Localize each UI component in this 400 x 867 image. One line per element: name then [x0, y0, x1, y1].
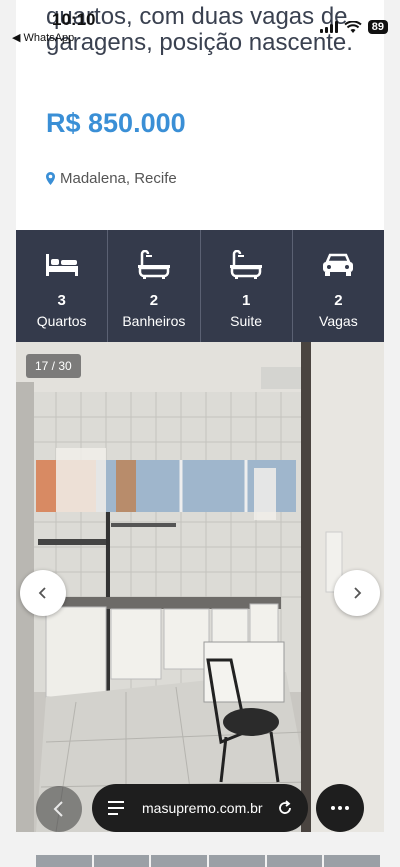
feature-suite: 1 Suite — [201, 230, 293, 342]
listing-price: R$ 850.000 — [46, 108, 186, 138]
feature-banheiros: 2 Banheiros — [108, 230, 201, 342]
feature-label: Banheiros — [122, 313, 186, 329]
chevron-right-icon — [354, 587, 362, 599]
car-icon — [323, 253, 354, 276]
signal-icon — [319, 21, 338, 33]
chevron-left-icon — [38, 587, 46, 599]
feature-label: Vagas — [319, 313, 358, 329]
thumbnail[interactable] — [93, 855, 150, 867]
gallery-prev-button[interactable] — [20, 570, 66, 616]
location-text: Madalena, Recife — [60, 170, 177, 187]
kitchen-photo — [16, 342, 384, 832]
features-bar: 3 Quartos 2 Banheiros 1 Suite 2 Vagas — [16, 230, 384, 342]
dot — [345, 806, 349, 810]
more-options-button[interactable] — [316, 784, 364, 832]
url-text[interactable]: masupremo.com.br — [142, 800, 263, 816]
dot — [331, 806, 335, 810]
bed-icon — [45, 254, 78, 276]
thumbnail[interactable] — [209, 855, 265, 867]
status-icons: 89 — [319, 20, 388, 34]
feature-label: Suite — [230, 313, 263, 329]
browser-back-button[interactable] — [36, 786, 82, 832]
dot — [338, 806, 342, 810]
chevron-left-icon — [53, 801, 63, 817]
thumbnail-strip[interactable] — [36, 855, 381, 867]
feature-label: Quartos — [36, 313, 87, 329]
wifi-icon — [344, 20, 362, 33]
gallery-counter: 17 / 30 — [26, 354, 81, 378]
back-to-whatsapp-link[interactable]: ◀ WhatsApp — [12, 31, 74, 44]
thumbnail[interactable] — [324, 855, 381, 867]
reload-icon[interactable] — [277, 800, 293, 816]
location-pin-icon — [46, 172, 55, 185]
status-time: 10:10 — [52, 10, 96, 29]
gallery-next-button[interactable] — [334, 570, 380, 616]
bathtub-icon — [230, 250, 263, 279]
status-bar: 10:10 ◀ WhatsApp 89 — [0, 0, 400, 44]
feature-value: 3 — [57, 292, 66, 309]
battery-indicator: 89 — [367, 20, 388, 34]
feature-value: 1 — [241, 292, 251, 309]
feature-value: 2 — [149, 292, 159, 309]
page-menu-icon — [108, 801, 124, 815]
thumbnail[interactable] — [151, 855, 208, 867]
feature-value: 2 — [334, 292, 343, 309]
thumbnail[interactable] — [266, 855, 323, 867]
thumbnail[interactable] — [36, 855, 92, 867]
photo-gallery[interactable]: 17 / 30 — [16, 342, 384, 832]
feature-vagas: 2 Vagas — [293, 230, 384, 342]
address-bar[interactable]: masupremo.com.br — [92, 784, 308, 832]
bathtub-icon — [137, 250, 170, 279]
feature-quartos: 3 Quartos — [16, 230, 109, 342]
listing-location: Madalena, Recife — [46, 170, 177, 187]
